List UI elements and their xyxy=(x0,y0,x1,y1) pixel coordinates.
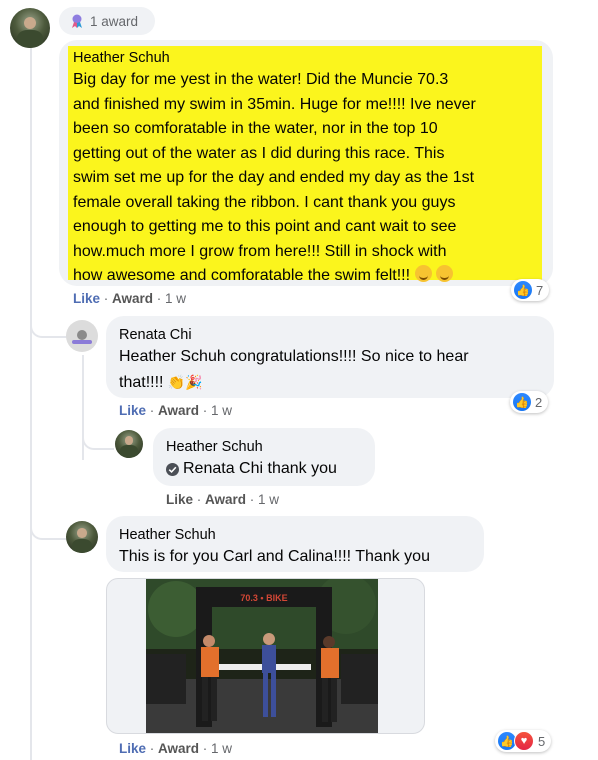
avatar[interactable] xyxy=(66,521,98,553)
reply-author[interactable]: Heather Schuh xyxy=(166,437,376,457)
award-button[interactable]: Award xyxy=(112,291,153,306)
reply-bubble: Heather Schuh This is for you Carl and C… xyxy=(106,516,484,572)
comment-actions: Like · Award · 1 w xyxy=(73,291,187,306)
thread-line-main xyxy=(30,48,32,760)
heart-icon: ♥ xyxy=(514,731,534,751)
thumbs-up-icon: 👍 xyxy=(513,393,531,411)
reaction-count[interactable]: 👍 ♥ 5 xyxy=(495,730,552,752)
reply-actions: Like · Award · 1 w xyxy=(119,403,233,418)
smiling-emoji-icon xyxy=(414,265,432,282)
thread-connector xyxy=(30,318,68,338)
timestamp[interactable]: 1 w xyxy=(165,291,186,306)
thread-connector xyxy=(30,520,68,540)
photo-attachment[interactable]: 70.3 • BIKE xyxy=(106,578,425,734)
clapping-emoji-icon: 👏 xyxy=(167,373,186,390)
timestamp[interactable]: 1 w xyxy=(211,741,232,756)
mention-link[interactable]: Renata Chi xyxy=(183,457,263,482)
reply-author[interactable]: Heather Schuh xyxy=(119,525,479,545)
award-pill[interactable]: 1 award xyxy=(59,7,155,35)
reaction-count[interactable]: 👍 2 xyxy=(510,391,549,413)
like-button[interactable]: Like xyxy=(119,741,146,756)
award-ribbon-icon xyxy=(72,14,82,28)
like-button[interactable]: Like xyxy=(166,492,193,507)
arch-text: 70.3 • BIKE xyxy=(240,593,287,603)
reply-text: Renata Chi thank you xyxy=(166,457,376,482)
race-finish-photo: 70.3 • BIKE xyxy=(146,579,378,733)
comment-author[interactable]: Heather Schuh xyxy=(73,48,543,68)
award-count: 1 award xyxy=(90,13,139,29)
reply-author[interactable]: Renata Chi xyxy=(119,325,549,345)
thumbs-up-icon: 👍 xyxy=(514,281,532,299)
avatar[interactable] xyxy=(66,320,98,352)
like-button[interactable]: Like xyxy=(73,291,100,306)
reply-text: Heather Schuh congratulations!!!! So nic… xyxy=(119,348,469,391)
like-button[interactable]: Like xyxy=(119,403,146,418)
reply-actions: Like · Award · 1 w xyxy=(166,492,280,507)
smiling-emoji-icon xyxy=(435,265,453,282)
reply-text: This is for you Carl and Calina!!!! Than… xyxy=(119,548,430,565)
avatar[interactable] xyxy=(10,8,50,48)
timestamp[interactable]: 1 w xyxy=(258,492,279,507)
award-button[interactable]: Award xyxy=(158,403,199,418)
reply-actions: Like · Award · 1 w xyxy=(119,741,233,756)
reply-bubble: Heather Schuh Renata Chi thank you xyxy=(153,428,375,486)
mention-link[interactable]: Heather Schuh xyxy=(119,348,226,365)
award-button[interactable]: Award xyxy=(205,492,246,507)
comment-text: Big day for me yest in the water! Did th… xyxy=(73,71,476,284)
reply-bubble: Renata Chi Heather Schuh congratulations… xyxy=(106,316,554,398)
comment-bubble: Heather Schuh Big day for me yest in the… xyxy=(59,40,553,286)
avatar[interactable] xyxy=(115,430,143,458)
party-popper-emoji-icon: 🎉 xyxy=(185,373,203,390)
thread-connector xyxy=(82,430,114,450)
award-button[interactable]: Award xyxy=(158,741,199,756)
check-circle-icon xyxy=(166,462,179,476)
reaction-count[interactable]: 👍 7 xyxy=(511,279,550,301)
timestamp[interactable]: 1 w xyxy=(211,403,232,418)
